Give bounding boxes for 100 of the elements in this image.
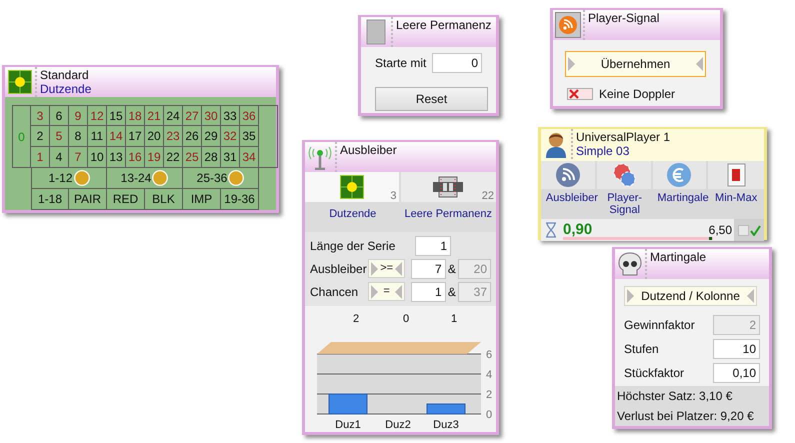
axis-tick-label: 6 bbox=[486, 349, 492, 361]
dozen-label: 1-12 bbox=[48, 170, 73, 187]
dozen-cell[interactable]: 1-12 bbox=[31, 168, 107, 189]
toolbar-button[interactable]: Ausbleiber bbox=[541, 161, 597, 219]
count-label: 22 bbox=[482, 190, 494, 202]
bet-cell[interactable]: 19-36 bbox=[221, 189, 259, 210]
number-cell[interactable]: 30 bbox=[202, 105, 221, 126]
panel-title: Martingale bbox=[650, 250, 706, 264]
number-cell[interactable]: 1 bbox=[31, 147, 50, 168]
number-cell[interactable]: 28 bbox=[202, 147, 221, 168]
active-checkbox[interactable] bbox=[734, 219, 764, 241]
chips-icon bbox=[610, 162, 637, 188]
number-cell[interactable]: 18 bbox=[126, 105, 145, 126]
field-label: Chancen bbox=[310, 284, 360, 300]
input-field[interactable]: 0,10 bbox=[713, 363, 760, 383]
bet-cell[interactable]: 1-18 bbox=[31, 189, 69, 210]
operator-selector[interactable]: >= bbox=[368, 259, 405, 278]
number-cell[interactable]: 22 bbox=[164, 147, 183, 168]
dozen-label: 13-24 bbox=[120, 170, 152, 187]
right-arrow-icon bbox=[627, 289, 634, 303]
check-icon bbox=[750, 224, 760, 236]
number-cell[interactable]: 20 bbox=[145, 126, 164, 147]
dozen-cell[interactable]: 13-24 bbox=[107, 168, 183, 189]
left-arrow-icon bbox=[747, 289, 754, 303]
number-cell[interactable]: 33 bbox=[221, 105, 240, 126]
number-cell[interactable]: 19 bbox=[145, 147, 164, 168]
bar bbox=[426, 404, 466, 414]
number-cell[interactable]: 27 bbox=[183, 105, 202, 126]
number-cell[interactable]: 15 bbox=[107, 105, 126, 126]
source-label: Leere Permanenz bbox=[404, 207, 492, 222]
number-cell[interactable]: 11 bbox=[88, 126, 107, 147]
axis-category-label: Duz1 bbox=[335, 419, 361, 431]
number-cell[interactable]: 4 bbox=[50, 147, 69, 168]
number-cell[interactable]: 34 bbox=[240, 147, 259, 168]
dozen-cell[interactable]: 25-36 bbox=[183, 168, 259, 189]
left-arrow-icon bbox=[696, 57, 703, 71]
hourglass-icon bbox=[545, 222, 557, 238]
toolbar-button[interactable]: Martingale bbox=[652, 161, 708, 219]
number-cell[interactable]: 6 bbox=[50, 105, 69, 126]
input-field[interactable]: 7 bbox=[410, 258, 446, 278]
number-cell[interactable]: 24 bbox=[164, 105, 183, 126]
balance-value: 0,90 bbox=[563, 220, 592, 240]
bet-cell[interactable]: RED bbox=[107, 189, 145, 210]
number-cell[interactable]: 36 bbox=[240, 105, 259, 126]
number-cell[interactable]: 14 bbox=[107, 126, 126, 147]
field-label: Gewinnfaktor bbox=[624, 317, 695, 334]
column-label: 0 bbox=[402, 313, 410, 325]
bet-cell[interactable]: PAIR bbox=[69, 189, 107, 210]
limit-field: 20 bbox=[458, 258, 491, 278]
number-cell[interactable]: 3 bbox=[31, 105, 50, 126]
axis-tick-label: 2 bbox=[486, 389, 492, 401]
input-field[interactable]: 0 bbox=[432, 53, 482, 73]
panel-title: Standard bbox=[40, 68, 90, 82]
number-cell[interactable]: 26 bbox=[183, 126, 202, 147]
input-field[interactable]: 10 bbox=[713, 339, 760, 359]
number-cell[interactable]: 5 bbox=[50, 126, 69, 147]
number-cell[interactable]: 13 bbox=[107, 147, 126, 168]
panel-title: Player-Signal bbox=[588, 11, 660, 25]
reset-button[interactable]: Reset bbox=[375, 87, 488, 111]
checkbox-cross-icon[interactable] bbox=[567, 88, 593, 100]
bet-cell[interactable]: IMP bbox=[183, 189, 221, 210]
right-arrow-icon bbox=[568, 57, 575, 71]
number-cell[interactable]: 21 bbox=[145, 105, 164, 126]
number-cell[interactable]: 23 bbox=[164, 126, 183, 147]
panel-subtitle: Simple 03 bbox=[576, 144, 630, 158]
field-label: Stufen bbox=[624, 341, 659, 358]
stake-value: 6,50 bbox=[708, 222, 732, 239]
number-cell[interactable]: 31 bbox=[221, 147, 240, 168]
apply-button[interactable]: Übernehmen bbox=[565, 51, 706, 77]
number-cell[interactable]: 32 bbox=[221, 126, 240, 147]
bet-cell[interactable]: BLK bbox=[145, 189, 183, 210]
axis-category-label: Duz3 bbox=[433, 419, 459, 431]
number-cell[interactable]: 35 bbox=[240, 126, 259, 147]
toolbar-button[interactable]: Player-Signal bbox=[596, 161, 652, 219]
number-cell[interactable]: 12 bbox=[88, 105, 107, 126]
number-cell[interactable]: 25 bbox=[183, 147, 202, 168]
input-field[interactable]: 1 bbox=[415, 236, 451, 256]
coin-icon bbox=[666, 162, 692, 188]
box-icon bbox=[738, 224, 748, 236]
field-label: Starte mit bbox=[375, 55, 426, 72]
axis-tick-label: 4 bbox=[486, 369, 492, 381]
input-field[interactable]: 1 bbox=[410, 282, 446, 302]
number-cell[interactable]: 8 bbox=[69, 126, 88, 147]
toolbar-button[interactable]: Min-Max bbox=[708, 161, 764, 219]
checkbox-label: Keine Doppler bbox=[599, 86, 676, 103]
number-cell[interactable]: 10 bbox=[88, 147, 107, 168]
field-label: Länge der Serie bbox=[310, 238, 396, 255]
bar bbox=[328, 394, 368, 414]
film-strip-icon bbox=[431, 175, 466, 199]
number-cell[interactable]: 29 bbox=[202, 126, 221, 147]
number-cell[interactable]: 2 bbox=[31, 126, 50, 147]
operator-selector[interactable]: = bbox=[368, 282, 405, 301]
number-cell[interactable]: 9 bbox=[69, 105, 88, 126]
number-cell[interactable]: 7 bbox=[69, 147, 88, 168]
number-cell[interactable]: 16 bbox=[126, 147, 145, 168]
count-label: 3 bbox=[390, 190, 396, 202]
panel-title: UniversalPlayer 1 bbox=[576, 130, 670, 144]
mode-selector[interactable]: Dutzend / Kolonne bbox=[624, 286, 757, 306]
number-cell[interactable]: 17 bbox=[126, 126, 145, 147]
source-label: Dutzende bbox=[329, 207, 376, 222]
